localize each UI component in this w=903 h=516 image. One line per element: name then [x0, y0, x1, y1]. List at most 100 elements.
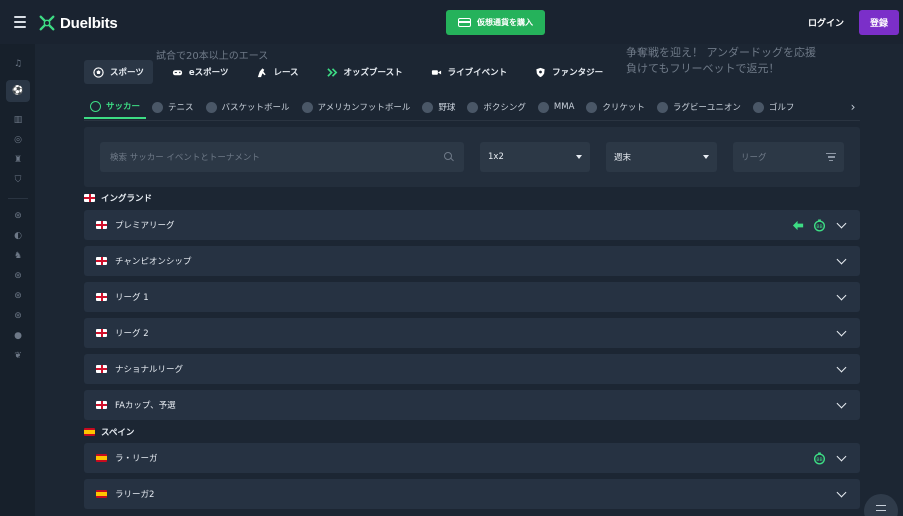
country-name: イングランド: [101, 194, 153, 204]
sports-icon[interactable]: ⚽: [6, 80, 30, 102]
league-row-league-two[interactable]: リーグ 2: [84, 318, 860, 348]
esports-icon[interactable]: ⊛: [8, 288, 28, 304]
league-name: ラ・リーガ: [115, 454, 158, 464]
volleyball-icon[interactable]: ●: [8, 328, 28, 344]
tennis-icon[interactable]: ◐: [8, 228, 28, 244]
tab-live-events[interactable]: ライブイベント: [422, 60, 517, 84]
chevron-down-icon: [836, 326, 847, 337]
spain-flag-icon: [96, 454, 107, 462]
promo-text-right-2: 負けてもフリーベットで返元！: [626, 62, 780, 75]
league-row-fa-cup[interactable]: FAカップ、予選: [84, 390, 860, 420]
search-input[interactable]: 検索 サッカー イベントとトーナメント: [100, 142, 464, 172]
buy-crypto-button[interactable]: 仮想通貨を購入: [446, 10, 545, 35]
league-name: チャンピオンシップ: [115, 257, 192, 267]
tab-live-events-label: ライブイベント: [447, 68, 508, 78]
sport-tab-basketball[interactable]: バスケットボール: [200, 95, 296, 119]
chevron-down-icon: [836, 290, 847, 301]
bet-slip-button[interactable]: [864, 494, 898, 516]
tab-esports-label: eスポーツ: [188, 68, 229, 78]
bet-builder-icon[interactable]: BB: [813, 218, 826, 232]
tab-odds-boost[interactable]: オッズブースト: [318, 60, 412, 84]
country-heading-spain: スペイン: [84, 425, 134, 439]
league-row-la-liga-2[interactable]: ラリーガ2: [84, 479, 860, 509]
sport-tab-label: ラグビーユニオン: [672, 103, 741, 113]
england-flag-icon: [96, 257, 107, 265]
soccer-icon[interactable]: ⊛: [8, 208, 28, 224]
hockey-icon[interactable]: ⊛: [8, 308, 28, 324]
league-row-premier-league[interactable]: プレミアリーグ BB: [84, 210, 860, 240]
sport-tabs: サッカー テニス バスケットボール アメリカンフットボール 野球 ボクシング M…: [84, 95, 860, 121]
casino-icon[interactable]: ♫: [8, 56, 28, 72]
chevron-down-icon: [703, 155, 709, 159]
league-row-la-liga[interactable]: ラ・リーガ BB: [84, 443, 860, 473]
sport-tab-tennis[interactable]: テニス: [146, 95, 200, 119]
sport-tab-cricket[interactable]: クリケット: [580, 95, 651, 119]
tab-racing[interactable]: レース: [247, 60, 307, 84]
tab-fantasy-label: ファンタジー: [552, 68, 604, 78]
basketball-icon: [205, 101, 217, 113]
tab-sports[interactable]: スポーツ: [84, 60, 153, 84]
market-select-value: 1x2: [488, 152, 504, 162]
tab-fantasy[interactable]: ファンタジー: [526, 60, 612, 84]
games-icon[interactable]: ◎: [8, 132, 28, 148]
league-name: プレミアリーグ: [115, 221, 175, 231]
england-flag-icon: [84, 194, 95, 202]
basketball-icon[interactable]: ⊛: [8, 268, 28, 284]
league-filter-placeholder: リーグ: [741, 153, 767, 163]
sport-tab-soccer[interactable]: サッカー: [84, 95, 147, 119]
sport-tab-american-football[interactable]: アメリカンフットボール: [296, 95, 417, 119]
horse-racing-icon[interactable]: ♞: [8, 248, 28, 264]
search-placeholder: 検索 サッカー イベントとトーナメント: [110, 153, 260, 163]
league-name: リーグ 1: [115, 293, 149, 303]
sport-tab-rugby-union[interactable]: ラグビーユニオン: [651, 95, 747, 119]
league-row-national-league[interactable]: ナショナルリーグ: [84, 354, 860, 384]
england-flag-icon: [96, 293, 107, 301]
sport-tab-baseball[interactable]: 野球: [416, 95, 461, 119]
category-tabs: スポーツ eスポーツ レース オッズブースト ライブイベント ファンタジー: [84, 60, 622, 84]
trophy-icon[interactable]: ♜: [8, 152, 28, 168]
trash-icon[interactable]: ▥: [8, 112, 28, 128]
league-row-league-one[interactable]: リーグ 1: [84, 282, 860, 312]
league-row-championship[interactable]: チャンピオンシップ: [84, 246, 860, 276]
odds-boost-icon[interactable]: [792, 219, 805, 232]
tab-sports-label: スポーツ: [110, 68, 144, 78]
spain-flag-icon: [96, 490, 107, 498]
filter-panel: 検索 サッカー イベントとトーナメント 1x2 週末 リーグ: [84, 127, 860, 187]
register-button[interactable]: 登録: [859, 10, 899, 35]
period-select-value: 週末: [614, 153, 632, 163]
tab-odds-boost-label: オッズブースト: [343, 68, 403, 78]
period-select[interactable]: 週末: [606, 142, 717, 172]
menu-icon[interactable]: [14, 13, 28, 31]
bet-slip-icon: [876, 505, 886, 511]
sport-tab-boxing[interactable]: ボクシング: [461, 95, 532, 119]
login-button[interactable]: ログイン: [808, 16, 844, 29]
england-flag-icon: [96, 365, 107, 373]
chevron-down-icon: [836, 254, 847, 265]
gamepad-icon: [172, 67, 183, 78]
shield-icon[interactable]: ⛉: [8, 172, 28, 188]
bet-builder-icon[interactable]: BB: [813, 451, 826, 465]
chevron-right-icon[interactable]: ›: [846, 95, 860, 119]
sport-tab-golf[interactable]: ゴルフ: [747, 95, 801, 119]
american-football-icon: [301, 101, 313, 113]
chevron-down-icon: [836, 218, 847, 229]
market-select[interactable]: 1x2: [480, 142, 590, 172]
league-filter[interactable]: リーグ: [733, 142, 844, 172]
golf-icon: [752, 101, 764, 113]
logo[interactable]: Duelbits: [38, 12, 118, 34]
sport-tab-mma[interactable]: MMA: [532, 95, 580, 119]
leaf-icon[interactable]: ❦: [8, 348, 28, 364]
england-flag-icon: [96, 401, 107, 409]
rail-divider: [8, 198, 28, 199]
sport-tab-label: テニス: [168, 103, 194, 113]
sport-tab-label: 野球: [438, 103, 456, 113]
soccer-icon: [90, 100, 101, 112]
filter-icon: [826, 153, 836, 161]
cricket-icon: [586, 101, 598, 113]
country-heading-england: イングランド: [84, 191, 152, 205]
country-name: スペイン: [101, 428, 135, 438]
tab-esports[interactable]: eスポーツ: [163, 60, 238, 84]
league-name: リーグ 2: [115, 329, 149, 339]
tab-racing-label: レース: [273, 68, 299, 78]
soccer-ball-icon: [93, 66, 104, 78]
